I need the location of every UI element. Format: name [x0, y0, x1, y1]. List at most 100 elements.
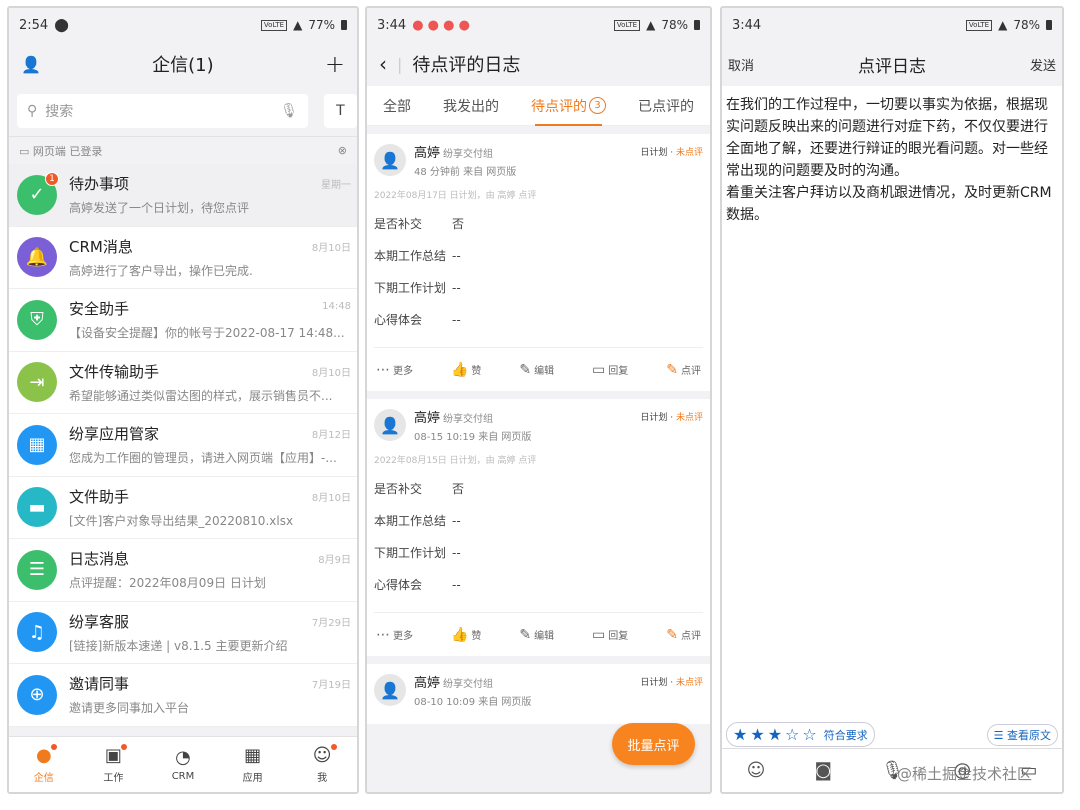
- chat-icon: ●: [36, 743, 57, 766]
- field-label: 是否补交: [374, 217, 423, 231]
- star-filled-icon[interactable]: ★: [768, 725, 782, 744]
- camera-icon[interactable]: ◙: [815, 760, 832, 781]
- conversation-preview: 您成为工作圈的管理员，请进入网页端【应用】-...: [69, 451, 337, 466]
- emoji-icon[interactable]: ☺: [747, 760, 766, 781]
- battery-text: 78%: [1013, 18, 1040, 32]
- like-button[interactable]: 👍 赞: [451, 362, 481, 378]
- more-icon: ⋯: [376, 626, 390, 643]
- volte-tag: VoLTE: [965, 19, 993, 31]
- author-group: 纷享交付组: [443, 149, 494, 160]
- location-icon: ⬤: [54, 17, 69, 33]
- tab-filter-3[interactable]: 已点评的: [638, 86, 694, 126]
- conversation-item[interactable]: 🔔 CRM消息 高婷进行了客户导出，操作已完成. 8月10日: [9, 227, 357, 289]
- tab-filter-0[interactable]: 全部: [383, 86, 411, 126]
- close-icon[interactable]: ⊗: [338, 144, 347, 157]
- log-card[interactable]: 👤 高婷 纷享交付组 08-15 10:19 来自 网页版 日计划 · 未点评 20…: [367, 399, 710, 656]
- conversation-list: ✓ 1 待办事项 高婷发送了一个日计划，待您点评 星期一 🔔 CRM消息 高婷进行了客户…: [9, 164, 357, 727]
- conversation-time: 8月10日: [311, 242, 351, 254]
- conversation-item[interactable]: ♫ 纷享客服 [链接]新版本速递 | v8.1.5 主要更新介绍 7月29日: [9, 602, 357, 664]
- view-original-button[interactable]: ☰ 查看原文: [986, 723, 1058, 746]
- star-filled-icon[interactable]: ★: [750, 725, 764, 744]
- conversation-time: 14:48: [322, 301, 351, 312]
- avatar[interactable]: 👤: [374, 144, 406, 176]
- field-value: --: [452, 546, 461, 560]
- more-button[interactable]: ⋯ 更多: [376, 627, 413, 643]
- conversation-name: 待办事项: [69, 175, 130, 194]
- cancel-button[interactable]: 取消: [728, 55, 754, 74]
- conversation-item[interactable]: ⊕ 邀请同事 邀请更多同事加入平台 7月19日: [9, 664, 357, 727]
- log-card[interactable]: 👤 高婷 纷享交付组 08-10 10:09 来自 网页版 日计划 · 未点评: [367, 664, 710, 724]
- thumbs-up-icon: 👍: [450, 361, 469, 378]
- tab-2[interactable]: ◔ CRM: [148, 737, 218, 792]
- tab-filter-2[interactable]: 待点评的 3: [531, 86, 606, 126]
- log-card[interactable]: 👤 高婷 纷享交付组 48 分钟前 来自 网页版 日计划 · 未点评 2022年08…: [367, 134, 710, 391]
- conversation-item[interactable]: ⛨ 安全助手 【设备安全提醒】你的帐号于2022-08-17 14:48... 1…: [9, 289, 357, 352]
- more-button[interactable]: ⋯ 更多: [376, 362, 413, 378]
- send-button[interactable]: 发送: [1030, 55, 1056, 74]
- reply-button[interactable]: ▭ 回复: [592, 362, 628, 378]
- web-login-status[interactable]: ▭ 网页端 已登录 ⊗: [9, 136, 357, 164]
- search-placeholder: 搜索: [45, 104, 74, 120]
- phone-review-log: 3:44 VoLTE ▲ 78% 取消 点评日志 发送 在我们的工作过程中，一切要以…: [720, 6, 1064, 794]
- log-type: 日计划: [640, 413, 668, 423]
- rating-stars[interactable]: ★ ★ ★ ☆ ☆ 符合要求: [726, 722, 875, 747]
- tab-filter-1[interactable]: 我发出的: [443, 86, 499, 126]
- contacts-icon[interactable]: 👤: [21, 55, 41, 74]
- tab-0[interactable]: ● 企信: [9, 737, 79, 792]
- tab-label: 我发出的: [443, 98, 499, 115]
- field-value: --: [452, 514, 461, 528]
- tab-1[interactable]: ▣ 工作: [79, 737, 149, 792]
- phone-pending-logs: 3:44 ● ● ● ● VoLTE ▲ 78% ‹ | 待点评的日志 全部 我发出的待…: [365, 6, 712, 794]
- reply-button[interactable]: ▭ 回复: [592, 627, 628, 643]
- review-textarea[interactable]: 在我们的工作过程中，一切要以事实为依据，根据现实问题反映出来的问题进行对症下药，…: [722, 86, 1062, 234]
- edit-label: 编辑: [534, 366, 555, 377]
- conversation-preview: [链接]新版本速递 | v8.1.5 主要更新介绍: [69, 638, 288, 653]
- author-group: 纷享交付组: [443, 679, 494, 690]
- field-value: --: [452, 249, 461, 263]
- filter-button[interactable]: T: [323, 94, 357, 128]
- conversation-item[interactable]: ✓ 1 待办事项 高婷发送了一个日计划，待您点评 星期一: [9, 164, 357, 227]
- tab-4[interactable]: ☺ 我: [287, 737, 357, 792]
- star-empty-icon[interactable]: ☆: [802, 725, 816, 744]
- avatar[interactable]: 👤: [374, 674, 406, 706]
- filter-icon: T: [336, 103, 345, 119]
- conversation-item[interactable]: ▦ 纷享应用管家 您成为工作圈的管理员，请进入网页端【应用】-... 8月12日: [9, 414, 357, 477]
- avatar[interactable]: 👤: [374, 409, 406, 441]
- conversation-preview: 希望能够通过类似雷达图的样式，展示销售员不...: [69, 388, 333, 403]
- signal-icon: ▲: [646, 18, 656, 32]
- field-label: 心得体会: [374, 313, 423, 327]
- field-value: --: [452, 313, 461, 327]
- conversation-item[interactable]: ☰ 日志消息 点评提醒：2022年08月09日 日计划 8月9日: [9, 539, 357, 602]
- search-input[interactable]: ⚲ 搜索 🎙: [17, 94, 308, 128]
- field-value: 否: [452, 217, 465, 231]
- conversation-time: 7月19日: [311, 680, 351, 691]
- edit-button[interactable]: ✎ 编辑: [519, 362, 554, 378]
- star-empty-icon[interactable]: ☆: [785, 725, 799, 744]
- like-label: 赞: [471, 366, 482, 377]
- mic-icon[interactable]: 🎙: [280, 103, 298, 119]
- field-value: --: [452, 578, 461, 592]
- tab-3[interactable]: ▦ 应用: [218, 737, 288, 792]
- search-icon: ⚲: [27, 103, 38, 119]
- conversation-name: 文件传输助手: [69, 362, 160, 381]
- rating-label: 符合要求: [823, 728, 868, 742]
- conversation-item[interactable]: ⇥ 文件传输助手 希望能够通过类似雷达图的样式，展示销售员不... 8月10日: [9, 352, 357, 414]
- conversation-item[interactable]: ▬ 文件助手 [文件]客户对象导出结果_20220810.xlsx 8月10日: [9, 477, 357, 539]
- review-button[interactable]: ✎ 点评: [666, 362, 701, 378]
- log-tabs: 全部 我发出的 待点评的 3 已点评的: [367, 86, 710, 126]
- edit-icon: ✎: [519, 626, 532, 643]
- review-status: 未点评: [675, 678, 703, 688]
- status-time: 3:44: [377, 17, 407, 33]
- field-value: --: [452, 281, 461, 295]
- conversation-name: 邀请同事: [69, 675, 130, 694]
- add-icon[interactable]: +: [325, 50, 345, 78]
- grid-icon: ▦: [17, 424, 57, 465]
- author-name: 高婷: [414, 411, 441, 426]
- back-icon[interactable]: ‹: [379, 52, 387, 76]
- like-button[interactable]: 👍 赞: [451, 627, 481, 643]
- batch-review-button[interactable]: 批量点评: [612, 723, 695, 765]
- edit-button[interactable]: ✎ 编辑: [519, 627, 554, 643]
- log-card-list: 👤 高婷 纷享交付组 48 分钟前 来自 网页版 日计划 · 未点评 2022年08…: [367, 134, 710, 724]
- review-button[interactable]: ✎ 点评: [666, 627, 701, 643]
- star-filled-icon[interactable]: ★: [733, 725, 747, 744]
